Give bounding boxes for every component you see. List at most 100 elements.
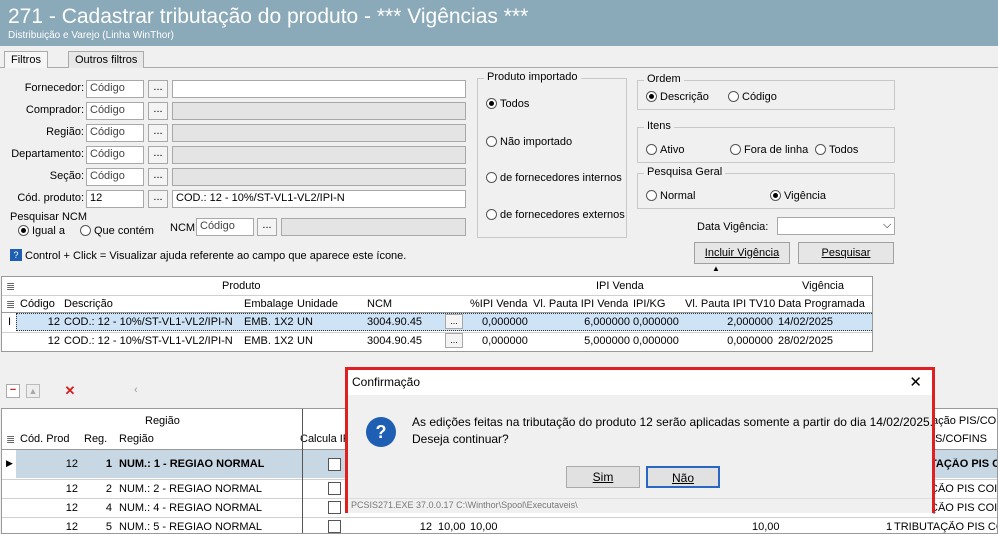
col-descricao[interactable]: Descrição bbox=[64, 298, 113, 310]
itens-caption: Itens bbox=[644, 120, 674, 132]
importado-todos-radio[interactable]: Todos bbox=[486, 98, 529, 110]
help-icon[interactable]: ? bbox=[10, 249, 22, 261]
grid-menu-icon[interactable]: ≣ bbox=[6, 280, 15, 293]
pesquisa-normal-radio[interactable]: Normal bbox=[646, 190, 695, 202]
ncm-label: NCM bbox=[170, 222, 196, 234]
ncm-igual-label: Igual a bbox=[32, 225, 66, 237]
col-ncm[interactable]: NCM bbox=[367, 298, 392, 310]
tab-outros-filtros[interactable]: Outros filtros bbox=[68, 51, 145, 68]
col-unidade[interactable]: Unidade bbox=[297, 298, 338, 310]
ordem-descricao-radio[interactable]: Descrição bbox=[646, 91, 709, 103]
cod-produto-desc-input[interactable]: COD.: 12 - 10%/ST-VL1-VL2/IPI-N bbox=[172, 190, 466, 208]
itens-fora-linha-radio[interactable]: Fora de linha bbox=[730, 144, 808, 156]
cell-cod-prod: 12 bbox=[65, 521, 78, 533]
departamento-search-button[interactable]: ... bbox=[148, 146, 168, 164]
cell-cod-prod: 12 bbox=[65, 502, 78, 514]
col-pauta-ipi-tv10[interactable]: Vl. Pauta IPI TV10 bbox=[685, 298, 775, 310]
importado-nao-radio[interactable]: Não importado bbox=[486, 136, 572, 148]
remove-icon[interactable]: − bbox=[6, 384, 20, 398]
cell-regiao: NUM.: 2 - REGIAO NORMAL bbox=[119, 483, 263, 495]
col-calcula-ip[interactable]: Calcula IP bbox=[300, 433, 350, 445]
col-data-programada[interactable]: Data Programada bbox=[778, 298, 865, 310]
fornecedor-code-input[interactable]: Código bbox=[86, 80, 144, 98]
ncm-code-input[interactable]: Código bbox=[196, 218, 254, 236]
itens-todos-radio[interactable]: Todos bbox=[815, 144, 858, 156]
ncm-ellipsis-button[interactable]: ... bbox=[445, 333, 463, 348]
ncm-ellipsis-button[interactable]: ... bbox=[445, 314, 463, 329]
importado-externos-radio[interactable]: de fornecedores externos bbox=[486, 209, 625, 221]
calcula-ip-checkbox[interactable] bbox=[328, 482, 341, 495]
comprador-search-button[interactable]: ... bbox=[148, 102, 168, 120]
secao-code-input[interactable]: Código bbox=[86, 168, 144, 186]
yes-button[interactable]: Sim bbox=[566, 466, 640, 488]
no-button[interactable]: Não bbox=[646, 466, 720, 488]
grid-menu-icon[interactable]: ≣ bbox=[6, 433, 15, 446]
pesquisa-vigencia-radio[interactable]: Vigência bbox=[770, 190, 826, 202]
data-vigencia-input[interactable] bbox=[777, 217, 895, 235]
help-text: Control + Click = Visualizar ajuda refer… bbox=[25, 250, 407, 262]
move-up-icon[interactable]: ▲ bbox=[26, 384, 40, 398]
secao-search-button[interactable]: ... bbox=[148, 168, 168, 186]
collapse-up-icon[interactable]: ▲ bbox=[712, 264, 722, 273]
cod-produto-input[interactable]: 12 bbox=[86, 190, 144, 208]
itens-ativo-radio[interactable]: Ativo bbox=[646, 144, 684, 156]
importado-internos-radio[interactable]: de fornecedores internos bbox=[486, 172, 622, 184]
tab-filtros[interactable]: Filtros bbox=[4, 51, 48, 68]
radio-checked-icon bbox=[18, 225, 29, 236]
col-embalagem[interactable]: Embalager bbox=[244, 298, 294, 310]
comprador-code-input[interactable]: Código bbox=[86, 102, 144, 120]
importado-externos-label: de fornecedores externos bbox=[500, 209, 625, 221]
calcula-ip-checkbox[interactable] bbox=[328, 501, 341, 514]
cell-ipi-venda: 0,000000 bbox=[482, 316, 528, 328]
radio-checked-icon bbox=[646, 91, 657, 102]
comprador-label: Comprador: bbox=[25, 104, 84, 116]
col-reg[interactable]: Reg. bbox=[84, 433, 107, 445]
ncm-contem-radio[interactable]: Que contém bbox=[80, 225, 154, 237]
pesquisa-geral-caption: Pesquisa Geral bbox=[644, 166, 726, 178]
col-codigo[interactable]: Código bbox=[20, 298, 55, 310]
ordem-codigo-radio[interactable]: Código bbox=[728, 91, 777, 103]
dialog-question: Deseja continuar? bbox=[412, 432, 509, 446]
regiao-search-button[interactable]: ... bbox=[148, 124, 168, 142]
fornecedor-name-input[interactable] bbox=[172, 80, 466, 98]
fornecedor-search-button[interactable]: ... bbox=[148, 80, 168, 98]
confirmation-dialog: Confirmação ✕ ? As edições feitas na tri… bbox=[345, 367, 935, 513]
radio-checked-icon bbox=[486, 98, 497, 109]
window-title: 271 - Cadastrar tributação do produto - … bbox=[8, 5, 529, 28]
cell-pauta: 6,000000 bbox=[584, 316, 630, 328]
cell-data: 28/02/2025 bbox=[778, 335, 834, 347]
col-ipi-kg[interactable]: IPI/KG bbox=[633, 298, 665, 310]
dialog-title: Confirmação bbox=[352, 375, 421, 389]
cell-tributacao: TAÇÃO PIS C bbox=[930, 458, 998, 470]
calcula-ip-checkbox[interactable] bbox=[328, 520, 341, 533]
col-regiao[interactable]: Região bbox=[119, 433, 154, 445]
departamento-code-input[interactable]: Código bbox=[86, 146, 144, 164]
chevron-left-icon[interactable]: ‹ bbox=[134, 384, 138, 396]
regiao-code-input[interactable]: Código bbox=[86, 124, 144, 142]
pesquisar-button[interactable]: Pesquisar bbox=[798, 242, 894, 264]
col-pauta-ipi-venda[interactable]: Vl. Pauta IPI Venda bbox=[533, 298, 628, 310]
ncm-search-button[interactable]: ... bbox=[257, 218, 277, 236]
window-subtitle: Distribuição e Varejo (Linha WinThor) bbox=[8, 30, 174, 41]
right-header-2: IS/COFINS bbox=[932, 433, 988, 445]
col-ipi-venda[interactable]: %IPI Venda bbox=[470, 298, 528, 310]
close-icon[interactable]: ✕ bbox=[909, 373, 922, 391]
ncm-desc-input bbox=[281, 218, 466, 236]
delete-icon[interactable]: ✕ bbox=[62, 383, 78, 399]
incluir-vigencia-button[interactable]: Incluir Vigência bbox=[694, 242, 790, 264]
ordem-descricao-label: Descrição bbox=[660, 91, 709, 103]
col-cod-prod[interactable]: Cód. Prod bbox=[20, 433, 70, 445]
calcula-ip-checkbox[interactable] bbox=[328, 458, 341, 471]
radio-unchecked-icon bbox=[646, 144, 657, 155]
secao-name-input bbox=[172, 168, 466, 186]
chevron-down-icon[interactable]: ⌵ bbox=[883, 219, 891, 232]
dialog-message: As edições feitas na tributação do produ… bbox=[412, 415, 934, 429]
cell-descricao: COD.: 12 - 10%/ST-VL1-VL2/IPI-N bbox=[64, 335, 233, 347]
app-header: 271 - Cadastrar tributação do produto - … bbox=[0, 0, 998, 46]
cell-tributacao: ÇÃO PIS COI bbox=[930, 483, 998, 495]
itens-todos-label: Todos bbox=[829, 144, 859, 156]
cell-extra-d: 1 bbox=[886, 521, 893, 533]
group-header-vigencia: Vigência bbox=[802, 280, 844, 292]
ncm-igual-radio[interactable]: Igual a bbox=[18, 225, 65, 237]
cod-produto-search-button[interactable]: ... bbox=[148, 190, 168, 208]
